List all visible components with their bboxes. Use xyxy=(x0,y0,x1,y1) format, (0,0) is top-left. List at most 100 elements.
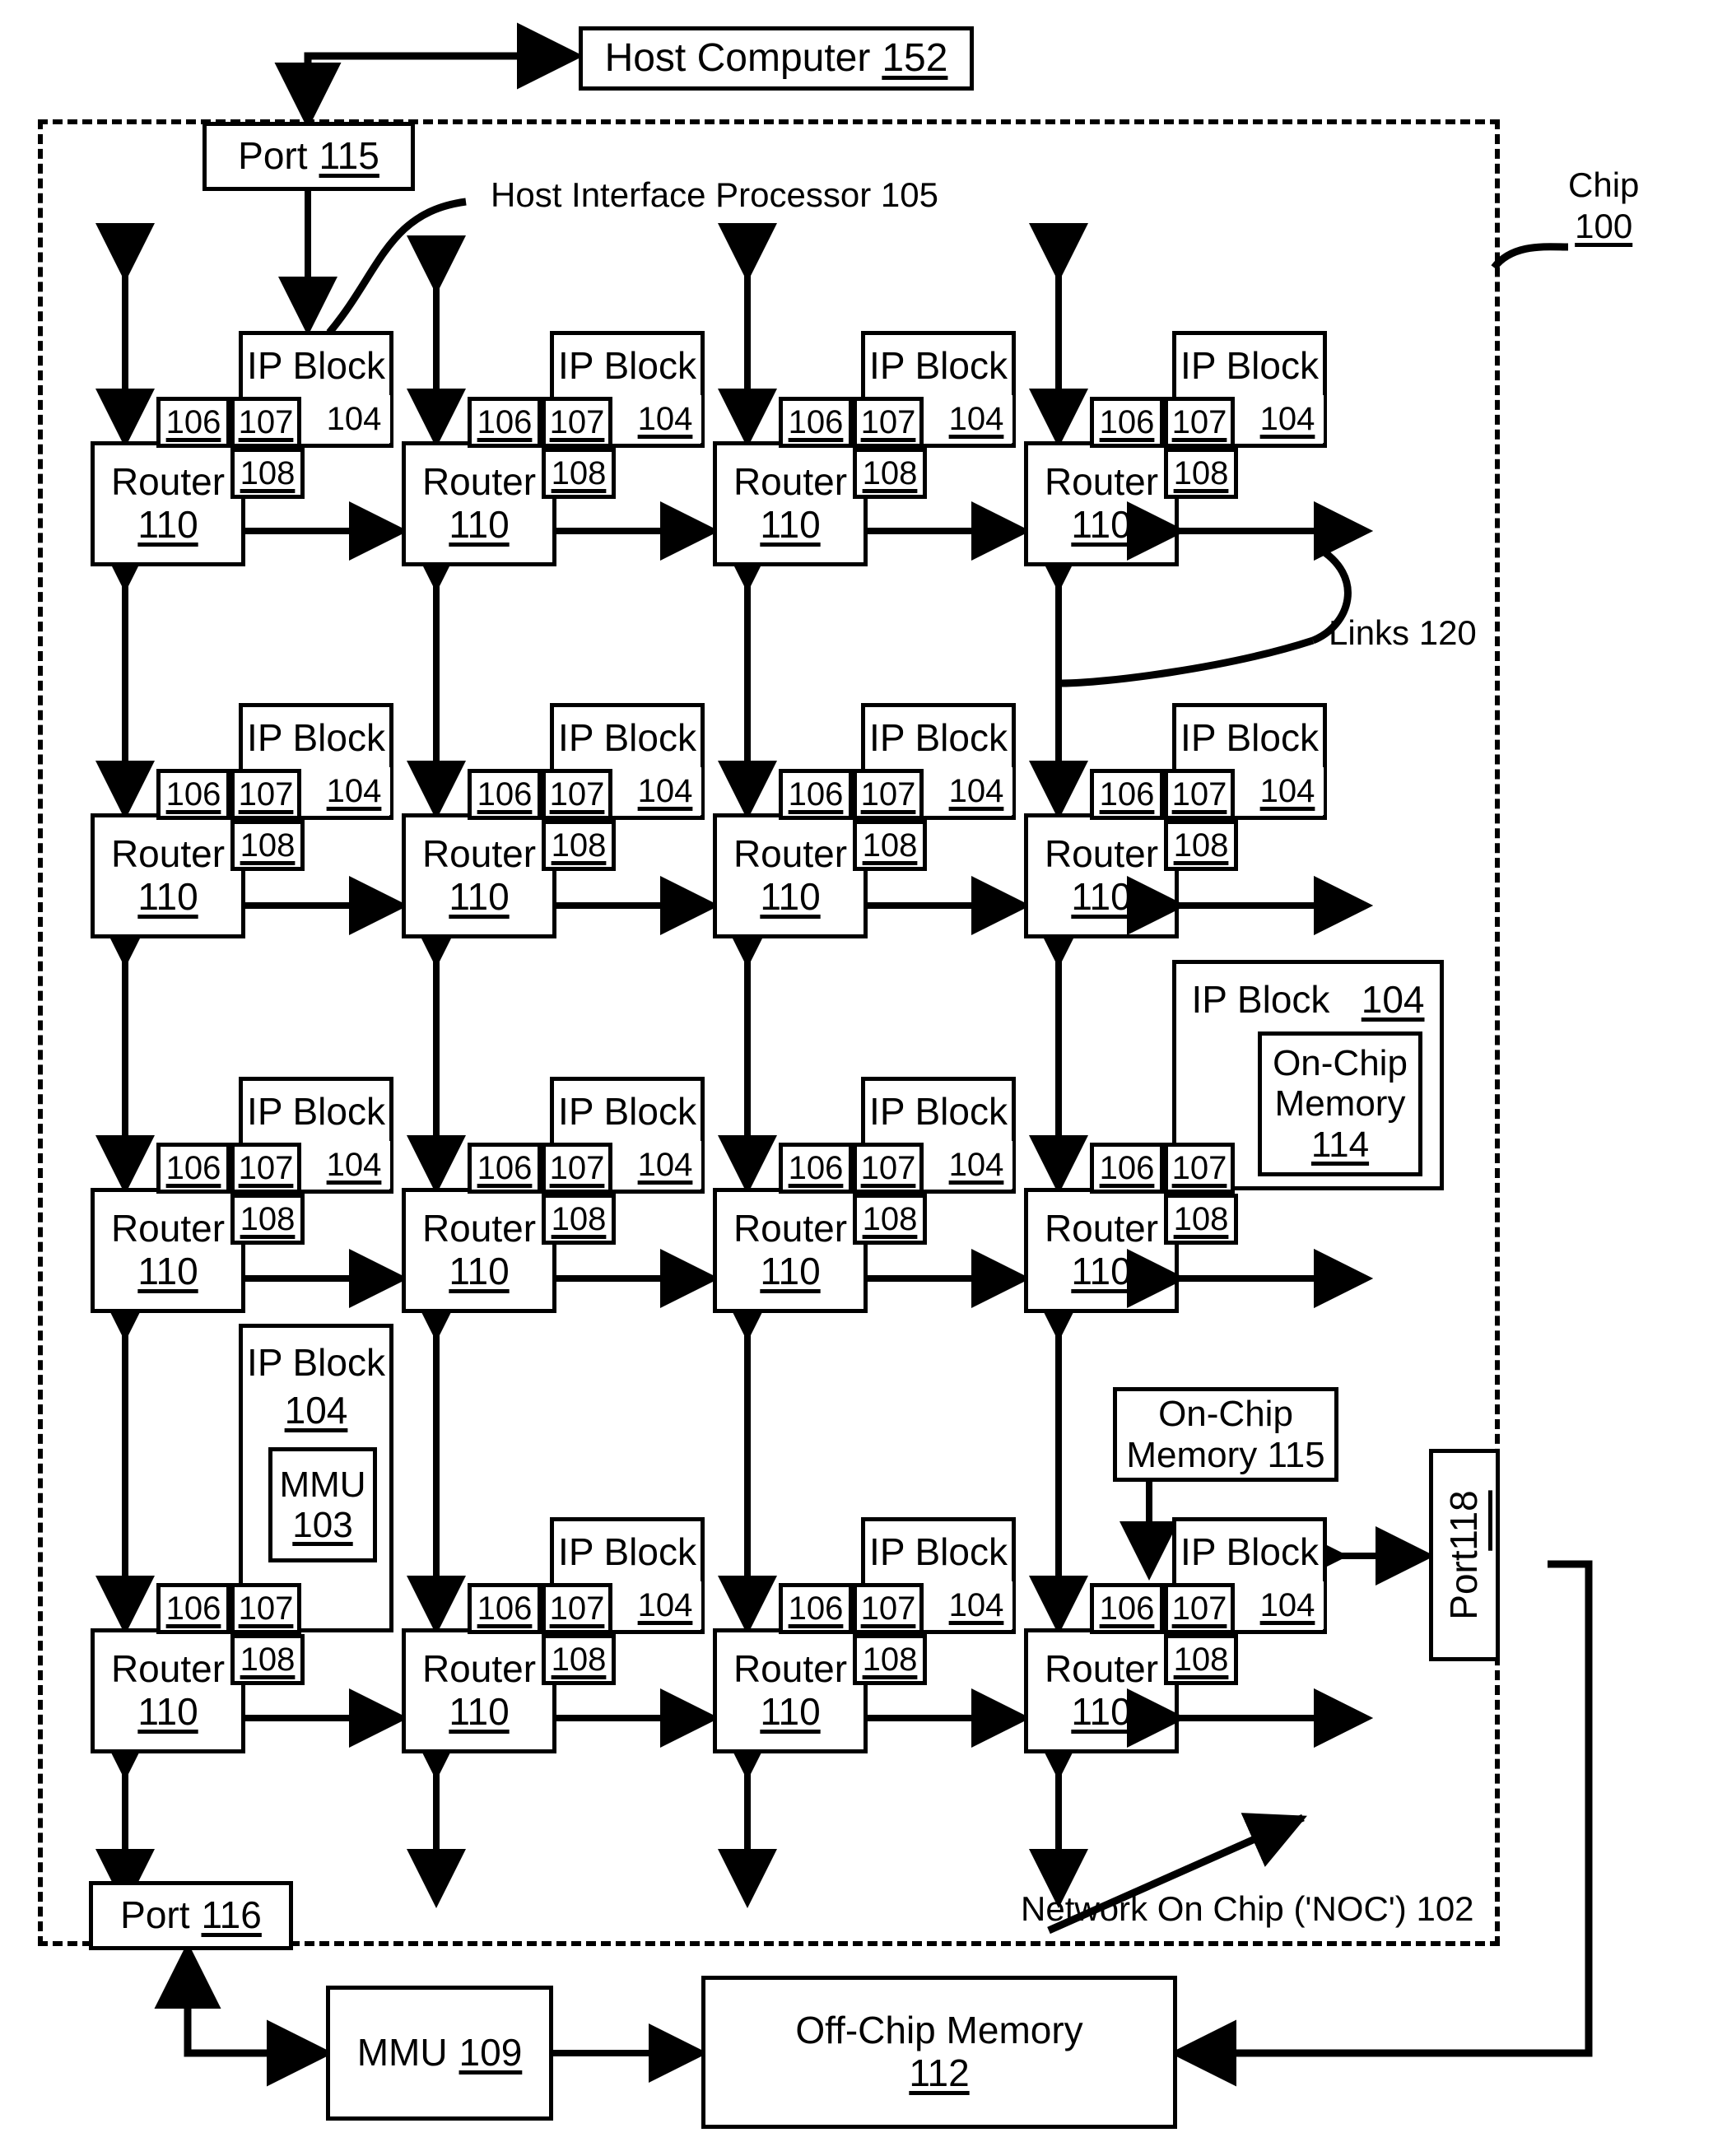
mmu-109-box: MMU 109 xyxy=(326,1986,553,2121)
router-box: Router 110 xyxy=(91,441,245,566)
on-chip-memory-115-line2: Memory 115 xyxy=(1126,1434,1325,1475)
router-box: Router 110 xyxy=(1024,1188,1179,1313)
router-box: Router 110 xyxy=(402,441,556,566)
port-115-label: Port xyxy=(238,134,308,178)
router-ref: 110 xyxy=(760,1250,821,1292)
router-label: Router xyxy=(733,460,848,504)
ip-block-label: IP Block xyxy=(558,716,696,759)
router-label: Router xyxy=(110,1647,226,1691)
ip-block-ref: 104 xyxy=(940,767,1012,815)
port-118-label: Port xyxy=(1442,1550,1486,1620)
badge-107: 107 xyxy=(230,1583,301,1634)
router-label: Router xyxy=(110,460,226,504)
off-chip-memory-box: Off-Chip Memory 112 xyxy=(701,1976,1177,2129)
router-ref: 110 xyxy=(1071,875,1132,918)
router-label: Router xyxy=(421,1207,537,1250)
router-box: Router 110 xyxy=(402,813,556,938)
badge-106: 106 xyxy=(468,397,542,448)
badge-108: 108 xyxy=(1164,1194,1238,1245)
router-label: Router xyxy=(421,832,537,876)
ip-block-label: IP Block xyxy=(558,344,696,387)
badge-107: 107 xyxy=(1164,1583,1235,1634)
port-115-ref: 115 xyxy=(319,134,379,178)
ip-block-ref: 104 xyxy=(629,395,701,443)
mmu-103-label: MMU xyxy=(279,1464,366,1505)
port-118-ref: 118 xyxy=(1442,1490,1486,1551)
on-chip-memory-115-box: On-Chip Memory 115 xyxy=(1113,1387,1338,1482)
router-ref: 110 xyxy=(1071,503,1132,546)
router-label: Router xyxy=(733,1647,848,1691)
ip-block-label: IP Block xyxy=(869,344,1008,387)
badge-106: 106 xyxy=(156,1583,230,1634)
router-box: Router 110 xyxy=(1024,813,1179,938)
router-label: Router xyxy=(421,460,537,504)
badge-107: 107 xyxy=(542,397,612,448)
host-computer-label: Host Computer xyxy=(604,36,871,81)
ip-block-label: IP Block xyxy=(869,1090,1008,1133)
router-ref: 110 xyxy=(449,875,510,918)
mmu-103-box: MMU 103 xyxy=(268,1447,377,1562)
on-chip-memory-115-line1: On-Chip xyxy=(1158,1394,1293,1435)
router-box: Router 110 xyxy=(713,441,868,566)
port-118-box: Port 118 xyxy=(1429,1449,1500,1661)
badge-107: 107 xyxy=(1164,769,1235,820)
badge-106: 106 xyxy=(156,1143,230,1194)
router-ref: 110 xyxy=(760,1690,821,1733)
host-interface-processor-label: Host Interface Processor 105 xyxy=(491,175,938,214)
badge-106: 106 xyxy=(779,769,853,820)
ip-block-label: IP Block xyxy=(1191,978,1330,1021)
router-label: Router xyxy=(1044,1207,1159,1250)
mmu-109-label: MMU xyxy=(356,2031,448,2075)
badge-108: 108 xyxy=(542,820,616,871)
badge-106: 106 xyxy=(1090,1583,1164,1634)
router-box: Router 110 xyxy=(713,1188,868,1313)
router-label: Router xyxy=(110,1207,226,1250)
ip-block-ref: 104 xyxy=(629,1581,701,1629)
port-116-box: Port 116 xyxy=(89,1881,293,1950)
router-box: Router 110 xyxy=(91,1188,245,1313)
port-115-box: Port 115 xyxy=(202,122,415,191)
router-ref: 110 xyxy=(137,1690,198,1733)
router-ref: 110 xyxy=(137,1250,198,1292)
ip-block-ref: 104 xyxy=(1251,767,1324,815)
ip-block-ref: 104 xyxy=(318,395,390,443)
router-label: Router xyxy=(110,832,226,876)
badge-108: 108 xyxy=(542,448,616,499)
off-chip-memory-label: Off-Chip Memory xyxy=(795,2009,1083,2052)
router-label: Router xyxy=(1044,460,1159,504)
ip-block-ref: 104 xyxy=(1251,395,1324,443)
router-label: Router xyxy=(1044,1647,1159,1691)
router-label: Router xyxy=(1044,832,1159,876)
ip-block-label: IP Block xyxy=(869,716,1008,759)
router-label: Router xyxy=(733,1207,848,1250)
badge-106: 106 xyxy=(779,1583,853,1634)
host-computer-ref: 152 xyxy=(882,36,948,81)
off-chip-memory-ref: 112 xyxy=(909,2051,970,2094)
badge-106: 106 xyxy=(1090,397,1164,448)
port-116-label: Port xyxy=(120,1893,190,1937)
ip-block-ref: 104 xyxy=(318,1141,390,1189)
router-box: Router 110 xyxy=(713,813,868,938)
ip-block-label: IP Block xyxy=(247,344,385,387)
router-box: Router 110 xyxy=(1024,441,1179,566)
on-chip-memory-114-ref: 114 xyxy=(1310,1124,1370,1165)
badge-108: 108 xyxy=(542,1194,616,1245)
ip-block-label: IP Block xyxy=(247,1341,385,1384)
badge-107: 107 xyxy=(1164,1143,1235,1194)
port-116-ref: 116 xyxy=(201,1893,262,1937)
ip-block-ref: 104 xyxy=(940,1581,1012,1629)
router-box: Router 110 xyxy=(91,813,245,938)
chip-label-line1: Chip xyxy=(1568,165,1640,204)
router-box: Router 110 xyxy=(91,1628,245,1753)
badge-106: 106 xyxy=(468,1583,542,1634)
ip-block-label: IP Block xyxy=(869,1530,1008,1573)
router-ref: 110 xyxy=(1071,1690,1132,1733)
badge-106: 106 xyxy=(1090,769,1164,820)
badge-107: 107 xyxy=(542,1143,612,1194)
router-ref: 110 xyxy=(1071,1250,1132,1292)
badge-108: 108 xyxy=(853,1634,927,1685)
ip-block-label: IP Block xyxy=(558,1090,696,1133)
badge-107: 107 xyxy=(853,1583,924,1634)
badge-108: 108 xyxy=(853,448,927,499)
badge-106: 106 xyxy=(779,397,853,448)
